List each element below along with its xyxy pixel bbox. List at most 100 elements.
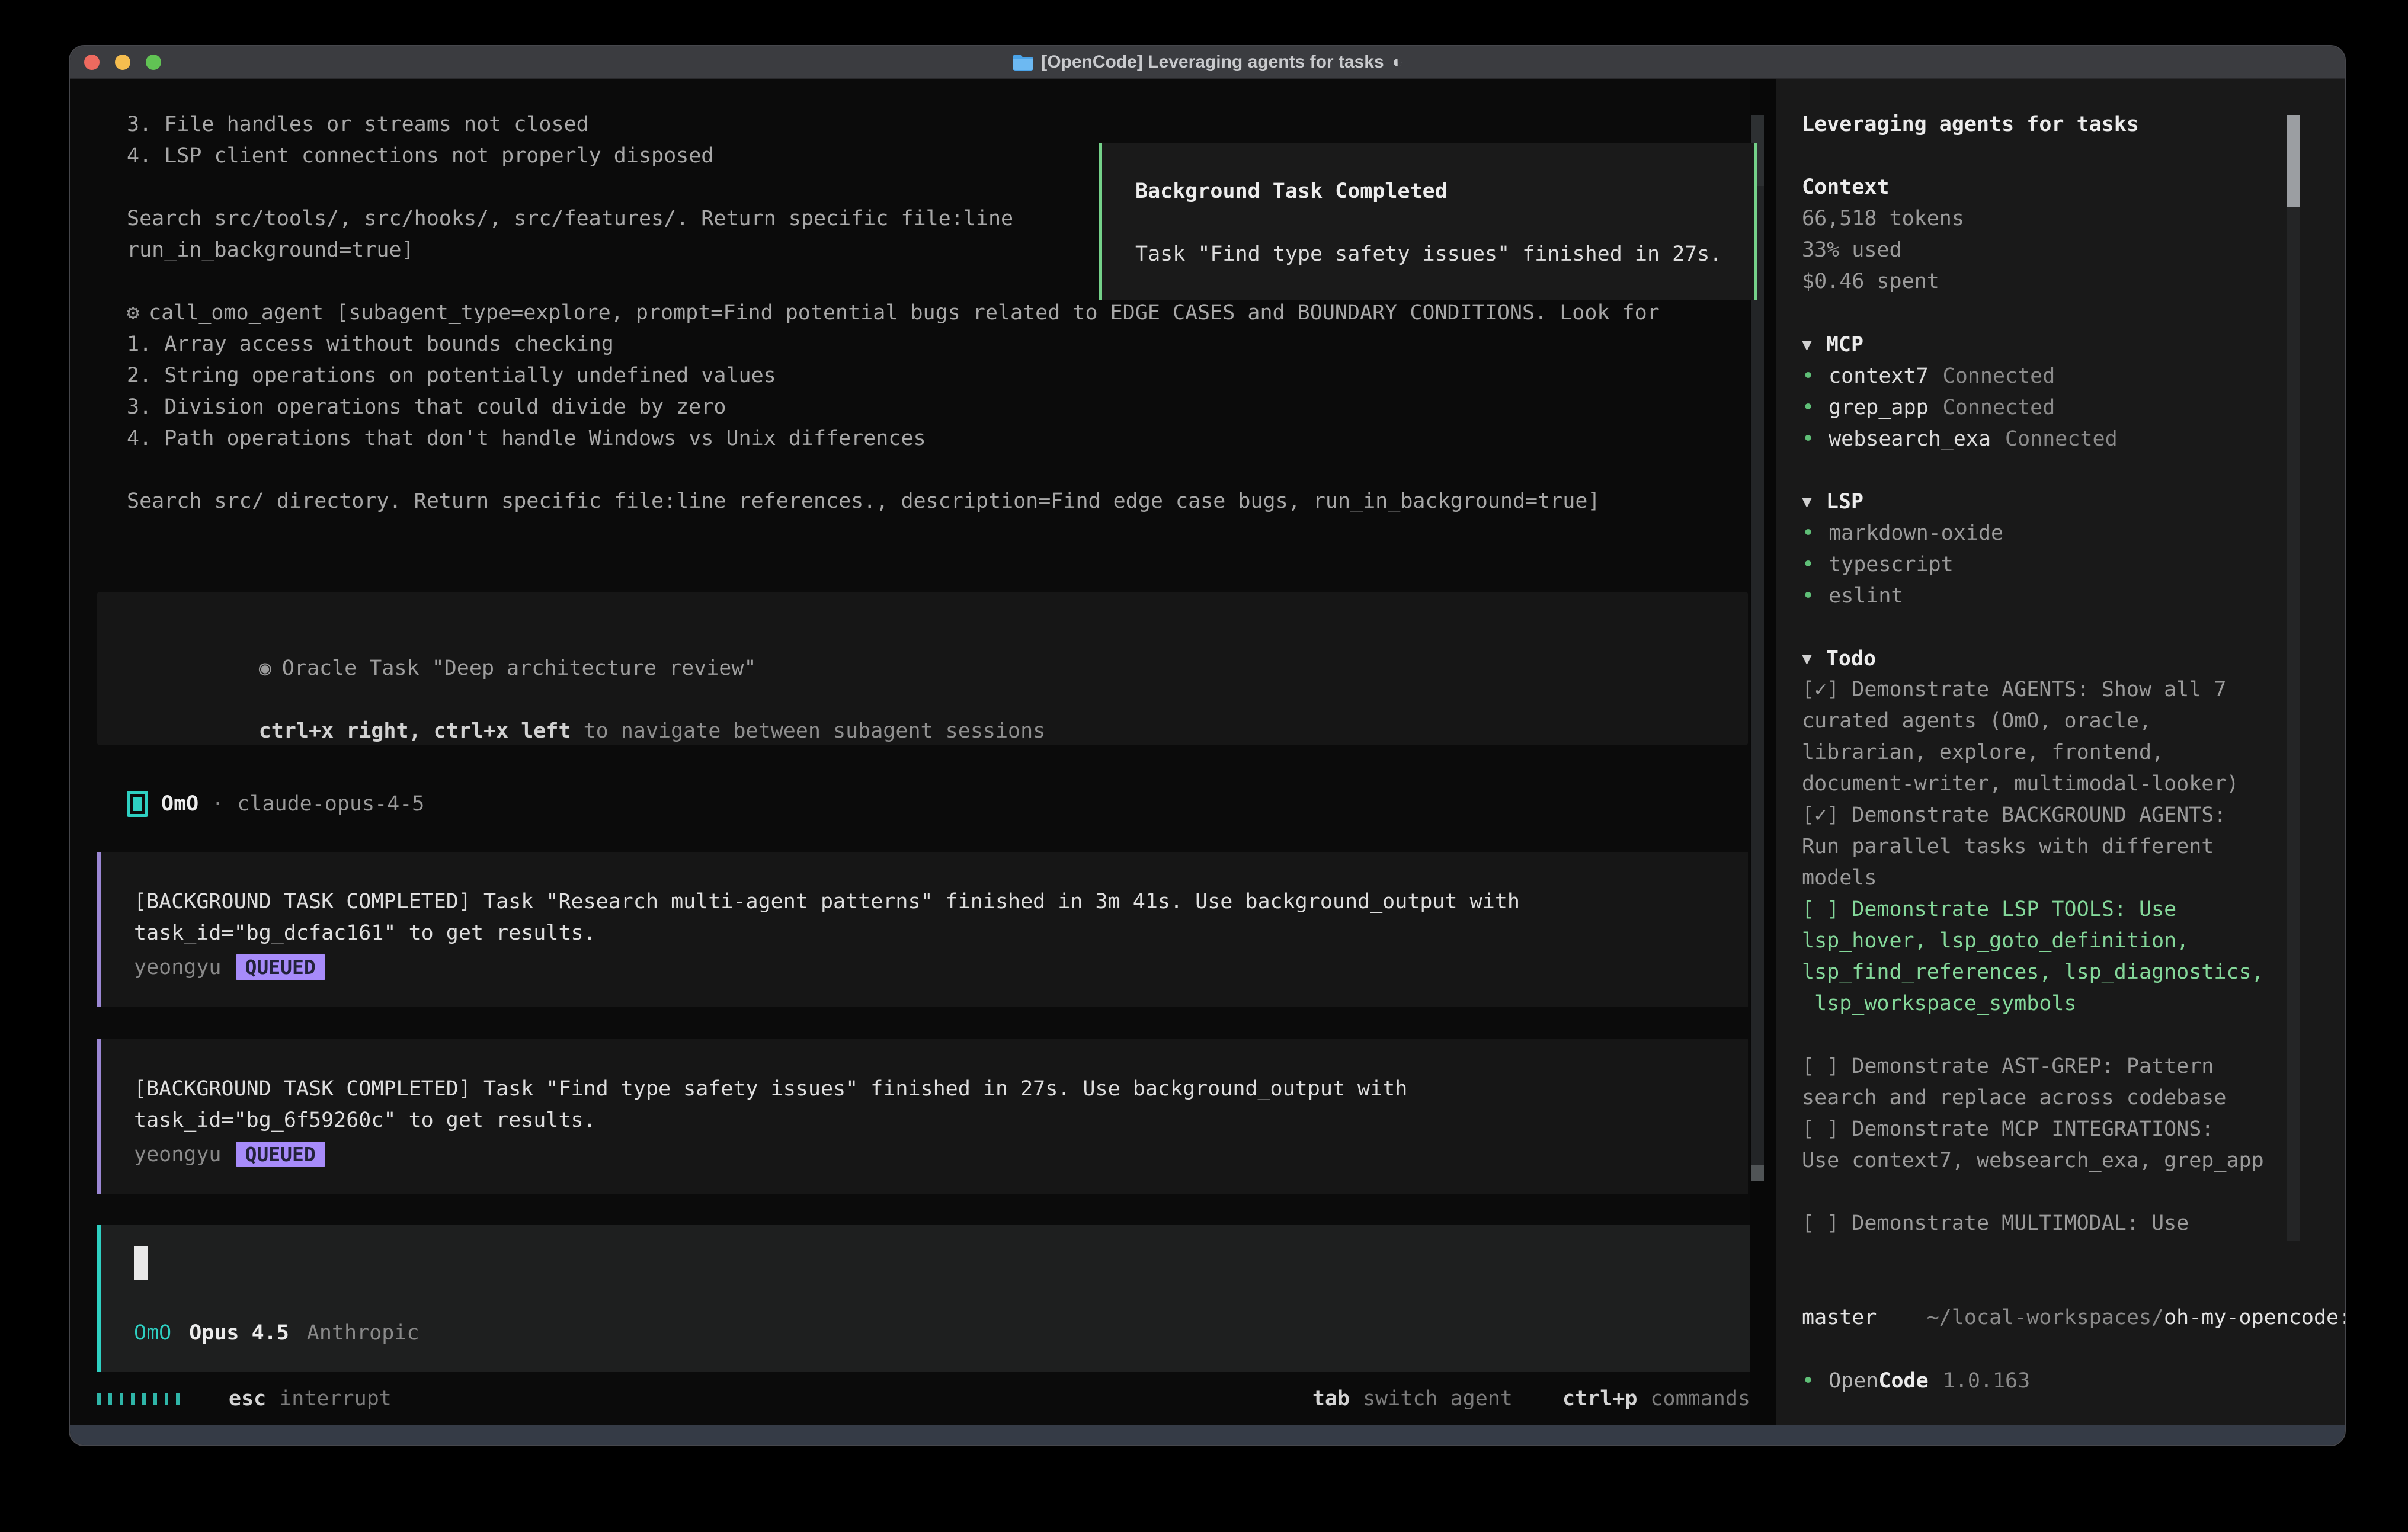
sidebar: Leveraging agents for tasks Context 66,5… (1776, 79, 2346, 1425)
chat-line: Search src/ directory. Return specific f… (127, 486, 1750, 517)
radio-circle-icon: ◉ (259, 656, 271, 680)
sidebar-scrollbar[interactable] (2287, 115, 2300, 1241)
message-line: task_id="bg_6f59260c" to get results. (134, 1105, 1748, 1136)
notification-title: Background Task Completed (1135, 176, 1754, 207)
todo-item-done: document-writer, multimodal-looker) (1802, 768, 2346, 800)
todo-item-done: [✓] Demonstrate BACKGROUND AGENTS: (1802, 800, 2346, 831)
status-dot-icon: • (1802, 1369, 1814, 1393)
context-section: Context 66,518 tokens 33% used $0.46 spe… (1802, 172, 2346, 297)
input-agent-name: OmO (134, 1321, 171, 1345)
todo-section-header[interactable]: ▼ Todo (1802, 643, 2346, 674)
todo-item-active: lsp_workspace_symbols (1802, 988, 2346, 1020)
todo-item-active: [ ] Demonstrate LSP TOOLS: Use (1802, 894, 2346, 925)
chat-line: 1. Array access without bounds checking (127, 329, 1750, 360)
chat-line: 3. File handles or streams not closed (127, 109, 1750, 140)
window-title-text: [OpenCode] Leveraging agents for tasks (1041, 52, 1384, 72)
background-task-message[interactable]: [BACKGROUND TASK COMPLETED] Task "Resear… (97, 852, 1748, 1007)
chevron-down-icon: ▼ (1802, 649, 1812, 668)
sidebar-scrollbar-thumb[interactable] (2287, 115, 2300, 207)
context-used: 33% used (1802, 235, 2346, 266)
oracle-task-card[interactable]: ◉Oracle Task "Deep architecture review" … (97, 592, 1748, 745)
notification-body: Task "Find type safety issues" finished … (1135, 239, 1754, 270)
window-footer-strip (70, 1425, 2345, 1445)
prompt-input[interactable]: OmO Opus 4.5 Anthropic (97, 1225, 1762, 1372)
zoom-button[interactable] (146, 55, 161, 70)
chat-line: 4. Path operations that don't handle Win… (127, 423, 1750, 454)
close-button[interactable] (84, 55, 100, 70)
agent-checkbox-icon (127, 791, 148, 817)
context-heading: Context (1802, 172, 2346, 203)
lsp-section-header[interactable]: ▼ LSP (1802, 486, 2346, 517)
window-title: [OpenCode] Leveraging agents for tasks ◐ (1011, 52, 1403, 72)
message-author: yeongyu (134, 1143, 222, 1166)
tab-key-hint: tab (1312, 1387, 1350, 1411)
status-dot-icon: • (1802, 364, 1814, 388)
background-task-notification[interactable]: Background Task Completed Task "Find typ… (1099, 143, 1757, 300)
ctrlp-key-hint: ctrl+p (1562, 1387, 1637, 1411)
session-title: Leveraging agents for tasks (1802, 109, 2346, 140)
message-author: yeongyu (134, 956, 222, 979)
todo-item-pending: Use context7, websearch_exa, grep_app (1802, 1145, 2346, 1177)
context-spent: $0.46 spent (1802, 266, 2346, 297)
chevron-down-icon: ▼ (1802, 335, 1812, 354)
ctrlp-key-label: commands (1650, 1387, 1750, 1411)
input-model-name: Opus 4.5 (189, 1321, 289, 1345)
message-line: [BACKGROUND TASK COMPLETED] Task "Find t… (134, 1073, 1748, 1105)
spinner-dots-icon (97, 1393, 186, 1405)
context-tokens: 66,518 tokens (1802, 203, 2346, 235)
workspace-path: ~/local-workspaces/oh-my-opencode: maste… (1802, 1271, 2346, 1334)
todo-item-pending: [ ] Demonstrate AST-GREP: Pattern (1802, 1051, 2346, 1082)
chat-line (127, 454, 1750, 486)
chat-line: 3. Division operations that could divide… (127, 392, 1750, 423)
todo-item-done: Run parallel tasks with different (1802, 831, 2346, 863)
lsp-heading: LSP (1826, 490, 1863, 514)
status-dot-icon: • (1802, 427, 1814, 451)
lsp-item: • typescript (1802, 549, 2346, 580)
todo-item-pending: [ ] Demonstrate MULTIMODAL: Use (1802, 1208, 2346, 1239)
minimize-button[interactable] (115, 55, 130, 70)
chat-scrollbar-thumb[interactable] (1751, 1165, 1764, 1181)
message-line: [BACKGROUND TASK COMPLETED] Task "Resear… (134, 886, 1748, 918)
titlebar: [OpenCode] Leveraging agents for tasks ◐ (70, 46, 2345, 79)
tool-call-text: call_omo_agent [subagent_type=explore, p… (149, 297, 1660, 329)
todo-item-done: models (1802, 863, 2346, 894)
gear-icon: ⚙ (127, 297, 139, 329)
status-bar: esc interrupt tab switch agent ctrl+p co… (97, 1383, 1750, 1414)
status-dot-icon: • (1802, 553, 1814, 576)
todo-item-done: librarian, explore, frontend, (1802, 737, 2346, 768)
subagent-nav-hint: ctrl+x right, ctrl+x left to navigate be… (134, 684, 1748, 716)
workspace-path-prefix: ~/local-workspaces/ (1927, 1306, 2164, 1329)
chat-line: 2. String operations on potentially unde… (127, 360, 1750, 392)
background-task-message[interactable]: [BACKGROUND TASK COMPLETED] Task "Find t… (97, 1039, 1748, 1194)
queued-badge: QUEUED (236, 1142, 325, 1167)
agent-header: OmO · claude-opus-4-5 (127, 788, 1750, 819)
queued-badge: QUEUED (236, 954, 325, 980)
mcp-heading: MCP (1826, 333, 1863, 357)
tool-call-line: ⚙ call_omo_agent [subagent_type=explore,… (127, 297, 1750, 329)
todo-item-done: [✓] Demonstrate AGENTS: Show all 7 (1802, 674, 2346, 706)
session-state-icon: ◐ (1392, 52, 1403, 72)
todo-item-active: lsp_hover, lsp_goto_definition, (1802, 925, 2346, 957)
text-cursor (134, 1246, 148, 1280)
status-dot-icon: • (1802, 584, 1814, 608)
workspace-repo: oh-my-opencode: (2164, 1306, 2346, 1329)
todo-item-active: lsp_find_references, lsp_diagnostics, (1802, 957, 2346, 988)
agent-name: OmO (161, 792, 198, 816)
app-version: 1.0.163 (1943, 1369, 2031, 1393)
lsp-item: • markdown-oxide (1802, 517, 2346, 549)
todo-section: ▼ Todo [✓] Demonstrate AGENTS: Show all … (1802, 643, 2346, 1239)
oracle-task-title: Oracle Task "Deep architecture review" (282, 656, 757, 680)
mcp-section-header[interactable]: ▼ MCP (1802, 329, 2346, 360)
chevron-down-icon: ▼ (1802, 492, 1812, 511)
opencode-version: • OpenCode 1.0.163 (1802, 1365, 2346, 1396)
status-dot-icon: • (1802, 521, 1814, 545)
todo-heading: Todo (1826, 647, 1876, 671)
tab-key-label: switch agent (1363, 1387, 1513, 1411)
todo-item-pending: search and replace across codebase (1802, 1082, 2346, 1114)
todo-item-done: curated agents (OmO, oracle, (1802, 706, 2346, 737)
lsp-item: • eslint (1802, 580, 2346, 611)
mcp-item: • websearch_exa Connected (1802, 423, 2346, 454)
input-provider-name: Anthropic (307, 1321, 420, 1345)
model-selector[interactable]: OmO Opus 4.5 Anthropic (134, 1317, 1762, 1348)
mcp-section: ▼ MCP • context7 Connected • grep_app Co… (1802, 329, 2346, 454)
